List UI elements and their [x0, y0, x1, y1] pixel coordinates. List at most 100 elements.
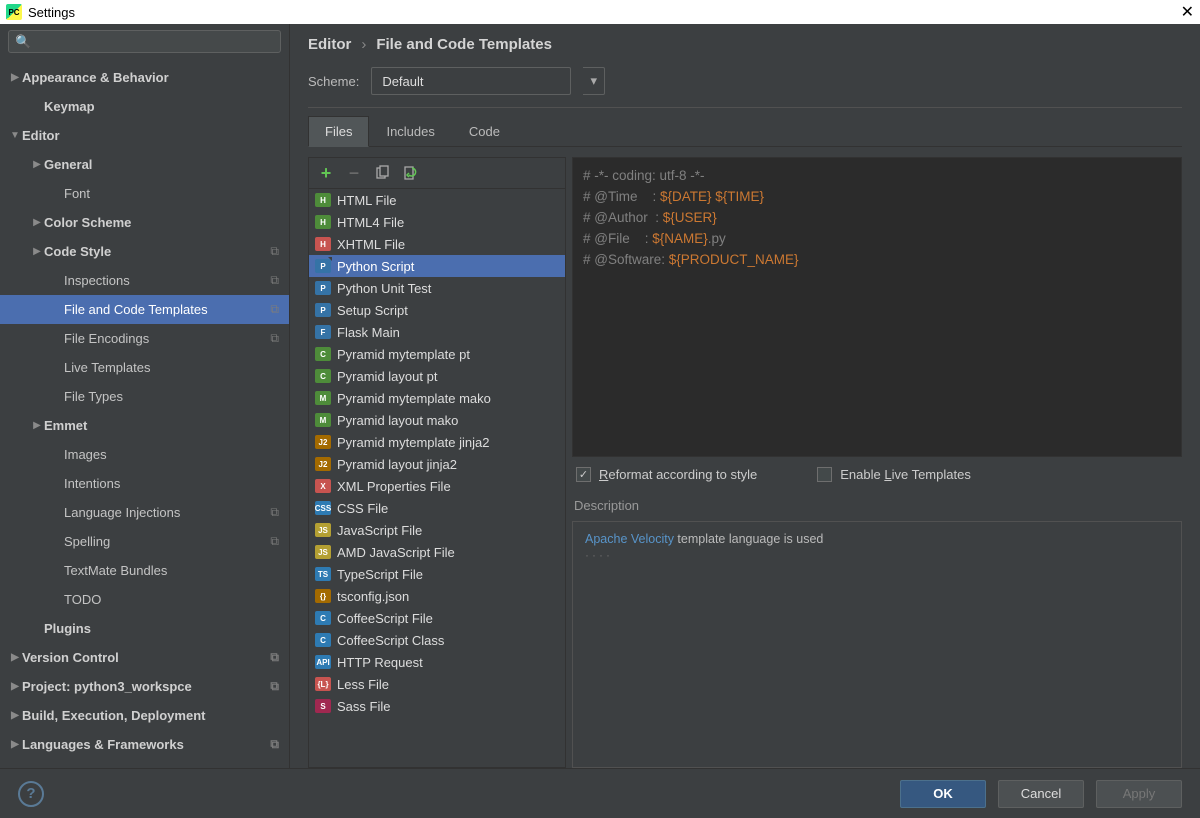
tree-item[interactable]: Font [0, 179, 289, 208]
tree-item[interactable]: Editor [0, 121, 289, 150]
expander-icon[interactable] [8, 72, 22, 83]
tree-item[interactable]: Plugins [0, 614, 289, 643]
scheme-dropdown-icon[interactable]: ▾ [583, 67, 605, 95]
template-item[interactable]: MPyramid mytemplate mako [309, 387, 565, 409]
template-item[interactable]: CCoffeeScript File [309, 607, 565, 629]
tree-item[interactable]: Version Control⧉ [0, 643, 289, 672]
expander-icon[interactable] [8, 681, 22, 692]
code-editor[interactable]: # -*- coding: utf-8 -*-# @Time : ${DATE}… [572, 157, 1182, 457]
tree-item[interactable]: File Encodings⧉ [0, 324, 289, 353]
ok-button[interactable]: OK [900, 780, 986, 808]
template-item[interactable]: FFlask Main [309, 321, 565, 343]
tab-code[interactable]: Code [452, 116, 517, 146]
apache-velocity-link[interactable]: Apache Velocity [585, 532, 674, 546]
file-type-icon: C [315, 369, 331, 383]
tab-files[interactable]: Files [308, 116, 369, 147]
breadcrumb-b: File and Code Templates [376, 36, 552, 53]
live-templates-checkbox[interactable]: Enable Live Templates [817, 467, 971, 482]
expander-icon[interactable] [30, 246, 44, 257]
template-item[interactable]: CSSCSS File [309, 497, 565, 519]
expander-icon[interactable] [30, 159, 44, 170]
tree-item[interactable]: Language Injections⧉ [0, 498, 289, 527]
tree-item[interactable]: Build, Execution, Deployment [0, 701, 289, 730]
tree-item[interactable]: General [0, 150, 289, 179]
expander-icon[interactable] [30, 217, 44, 228]
cancel-button[interactable]: Cancel [998, 780, 1084, 808]
template-item[interactable]: {L}Less File [309, 673, 565, 695]
template-item[interactable]: SSass File [309, 695, 565, 717]
refresh-icon[interactable] [401, 164, 419, 182]
template-item[interactable]: HHTML File [309, 189, 565, 211]
scheme-label: Scheme: [308, 74, 359, 89]
file-type-icon: J2 [315, 457, 331, 471]
tree-item-label: Emmet [44, 418, 279, 433]
scope-badge-icon: ⧉ [270, 650, 279, 665]
template-item[interactable]: JSJavaScript File [309, 519, 565, 541]
template-item-label: HTTP Request [337, 655, 423, 670]
tree-item-label: Editor [22, 128, 279, 143]
template-item[interactable]: TSTypeScript File [309, 563, 565, 585]
remove-icon[interactable]: − [345, 164, 363, 182]
template-item[interactable]: J2Pyramid mytemplate jinja2 [309, 431, 565, 453]
expander-icon[interactable] [8, 710, 22, 721]
tree-item[interactable]: TextMate Bundles [0, 556, 289, 585]
copy-icon[interactable] [373, 164, 391, 182]
template-item[interactable]: PPython Unit Test [309, 277, 565, 299]
tree-item[interactable]: Live Templates [0, 353, 289, 382]
tree-item[interactable]: Languages & Frameworks⧉ [0, 730, 289, 759]
tree-item[interactable]: Keymap [0, 92, 289, 121]
template-item[interactable]: J2 Pyramid layout jinja2 [309, 453, 565, 475]
scope-badge-icon: ⧉ [270, 737, 279, 752]
tab-includes[interactable]: Includes [369, 116, 451, 146]
template-item[interactable]: HHTML4 File [309, 211, 565, 233]
scheme-select[interactable]: Default [371, 67, 571, 95]
template-item[interactable]: CCoffeeScript Class [309, 629, 565, 651]
template-item[interactable]: MPyramid layout mako [309, 409, 565, 431]
tree-item[interactable]: Project: python3_workspce⧉ [0, 672, 289, 701]
expander-icon[interactable] [8, 652, 22, 663]
template-item[interactable]: HXHTML File [309, 233, 565, 255]
tree-item[interactable]: Spelling⧉ [0, 527, 289, 556]
apply-button[interactable]: Apply [1096, 780, 1182, 808]
template-item[interactable]: CPyramid layout pt [309, 365, 565, 387]
tree-item[interactable]: Images [0, 440, 289, 469]
template-item[interactable]: CPyramid mytemplate pt [309, 343, 565, 365]
template-item[interactable]: XXML Properties File [309, 475, 565, 497]
template-item[interactable]: {}tsconfig.json [309, 585, 565, 607]
tabs: Files Includes Code [308, 116, 1182, 147]
template-item-label: HTML File [337, 193, 396, 208]
search-input[interactable] [8, 30, 281, 53]
code-line: # @Time : ${DATE} ${TIME} [583, 187, 1171, 208]
settings-tree[interactable]: Appearance & BehaviorKeymap Editor General… [0, 59, 289, 768]
close-icon[interactable]: ✕ [1181, 2, 1194, 22]
template-item[interactable]: APIHTTP Request [309, 651, 565, 673]
tree-item[interactable]: TODO [0, 585, 289, 614]
expander-icon[interactable] [8, 739, 22, 750]
tree-item[interactable]: File and Code Templates⧉ [0, 295, 289, 324]
template-item-label: Pyramid layout jinja2 [337, 457, 457, 472]
add-icon[interactable]: + [317, 164, 335, 182]
help-button[interactable]: ? [18, 781, 44, 807]
tree-item[interactable]: Code Style⧉ [0, 237, 289, 266]
reformat-checkbox[interactable]: Reformat according to style [576, 467, 757, 482]
expander-icon[interactable] [8, 130, 22, 141]
file-type-icon: P [315, 259, 331, 273]
template-list-panel: + − HHTML FileHHTML4 FileHXHTML FilePPyt… [308, 157, 566, 768]
tree-item[interactable]: File Types [0, 382, 289, 411]
tree-item[interactable]: Intentions [0, 469, 289, 498]
settings-content: Editor › File and Code Templates Scheme:… [290, 24, 1200, 768]
app-icon: PC [6, 4, 22, 20]
description-label: Description [574, 498, 1182, 513]
template-list[interactable]: HHTML FileHHTML4 FileHXHTML FilePPython … [309, 189, 565, 767]
template-item[interactable]: JSAMD JavaScript File [309, 541, 565, 563]
expander-icon[interactable] [30, 420, 44, 431]
template-item[interactable]: PPython Script [309, 255, 565, 277]
tree-item[interactable]: Emmet [0, 411, 289, 440]
tree-item[interactable]: Inspections⧉ [0, 266, 289, 295]
tree-item[interactable]: Appearance & Behavior [0, 63, 289, 92]
breadcrumb-a[interactable]: Editor [308, 36, 351, 53]
tree-item-label: Version Control [22, 650, 270, 665]
tree-item[interactable]: Color Scheme [0, 208, 289, 237]
template-item[interactable]: PSetup Script [309, 299, 565, 321]
template-item-label: XHTML File [337, 237, 405, 252]
